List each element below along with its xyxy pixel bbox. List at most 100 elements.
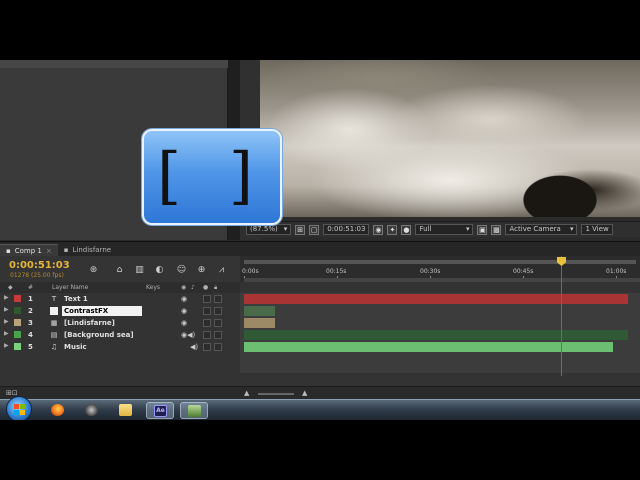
solo-switch[interactable] xyxy=(203,331,211,339)
layer-duration-bar-3[interactable] xyxy=(244,318,275,328)
label-color-swatch[interactable] xyxy=(14,307,21,314)
zoom-out-icon[interactable]: ▲ xyxy=(244,389,249,397)
label-color-swatch[interactable] xyxy=(14,331,21,338)
footage-icon: ▤ xyxy=(50,331,58,339)
layer-row-2[interactable]: ▶ 2 ContrastFX ◉ xyxy=(0,305,240,317)
camera-dropdown[interactable]: Active Camera ▾ xyxy=(505,224,578,235)
layer-duration-bar-4[interactable] xyxy=(244,330,629,340)
view-layout-dropdown[interactable]: 1 View xyxy=(581,224,613,235)
layer-duration-bar-2[interactable] xyxy=(244,306,275,316)
magnification-value: (87.5%) xyxy=(250,225,278,233)
layer-name[interactable]: Text 1 xyxy=(62,294,90,304)
taskbar-process-explorer[interactable] xyxy=(180,402,208,419)
lock-switch[interactable] xyxy=(214,331,222,339)
label-color-swatch[interactable] xyxy=(14,319,21,326)
current-time-field[interactable]: 0:00:51:03 xyxy=(323,224,370,235)
layer-name[interactable]: ContrastFX xyxy=(62,306,142,316)
tab-label: Comp 1 xyxy=(14,246,42,255)
draft-3d-icon[interactable]: ▥ xyxy=(134,265,145,275)
comp-mini-flowchart-icon[interactable]: ⌂ xyxy=(114,265,125,275)
composition-viewer[interactable] xyxy=(260,60,640,217)
bracket-overlay-graphic: [ ] xyxy=(142,129,282,225)
layer-row-3[interactable]: ▶ 3 ▦ [Lindisfarne] ◉ xyxy=(0,317,240,329)
taskbar-burn[interactable] xyxy=(78,402,106,419)
layer-tracks xyxy=(240,293,640,373)
layer-row-4[interactable]: ▶ 4 ▤ [Background sea] ◉◀) xyxy=(0,329,240,341)
solo-switch[interactable] xyxy=(203,319,211,327)
twirl-arrow-icon[interactable]: ▶ xyxy=(4,342,9,349)
taskbar-after-effects[interactable]: Ae xyxy=(146,402,174,419)
close-icon[interactable]: × xyxy=(46,245,52,257)
solo-icon: ● xyxy=(203,284,209,291)
twirl-arrow-icon[interactable]: ▶ xyxy=(4,306,9,313)
zoom-slider[interactable] xyxy=(258,393,294,395)
frame-blending-icon[interactable]: ⊕ xyxy=(196,265,207,275)
lock-switch[interactable] xyxy=(214,343,222,351)
start-button[interactable] xyxy=(6,396,32,420)
letterbox-bottom xyxy=(0,420,640,480)
visibility-eye-icon[interactable]: ◉ xyxy=(181,307,187,315)
solo-switch[interactable] xyxy=(203,295,211,303)
resolution-dropdown[interactable]: Full ▾ xyxy=(415,224,474,235)
windows-logo-icon xyxy=(14,404,26,416)
taskbar-explorer[interactable] xyxy=(112,402,140,419)
region-of-interest-icon[interactable]: ▣ xyxy=(477,224,488,235)
tab-lindisfarne[interactable]: ▪ Lindisfarne xyxy=(58,244,117,256)
magnification-dropdown[interactable]: (87.5%) ▾ xyxy=(246,224,292,235)
layer-name-header[interactable]: Layer Name xyxy=(52,284,88,291)
current-time-indicator-line[interactable] xyxy=(561,256,562,376)
layer-name[interactable]: [Background sea] xyxy=(62,330,136,340)
graph-editor-icon[interactable]: ⩘ xyxy=(216,265,227,275)
grid-icon[interactable]: ⊞ xyxy=(295,224,306,235)
frame-info: 01278 (25.00 fps) xyxy=(10,272,64,279)
label-color-swatch[interactable] xyxy=(14,295,21,302)
channel-icon[interactable]: ● xyxy=(401,224,412,235)
ruler-label: 00:45s xyxy=(513,268,534,275)
ruler-label: 00:30s xyxy=(420,268,441,275)
layer-duration-bar-1[interactable] xyxy=(244,294,629,304)
layer-duration-bar-5[interactable] xyxy=(244,342,613,352)
layer-number: 3 xyxy=(28,319,33,327)
project-panel-header xyxy=(0,60,228,68)
camera-snapshot-icon[interactable]: ◉ xyxy=(373,224,384,235)
current-time-display[interactable]: 0:00:51:03 xyxy=(9,260,70,271)
solo-switch[interactable] xyxy=(203,307,211,315)
label-color-swatch[interactable] xyxy=(14,343,21,350)
twirl-arrow-icon[interactable]: ▶ xyxy=(4,318,9,325)
lock-switch[interactable] xyxy=(214,295,222,303)
shy-layers-icon[interactable]: ☺ xyxy=(176,265,187,275)
lock-icon: 🔒︎ xyxy=(214,284,218,291)
process-explorer-icon xyxy=(188,405,201,417)
twirl-arrow-icon[interactable]: ▶ xyxy=(4,330,9,337)
layer-name[interactable]: [Lindisfarne] xyxy=(62,318,117,328)
layer-name[interactable]: Music xyxy=(62,342,89,352)
visibility-eye-icon[interactable]: ◉ xyxy=(181,295,187,303)
timeline-panel: ▪ Comp 1 × ▪ Lindisfarne 0:00:51:03 0127… xyxy=(0,241,640,400)
layer-row-1[interactable]: ▶ 1 T Text 1 ◉ xyxy=(0,293,240,305)
motion-blur-icon[interactable]: ◐ xyxy=(154,265,165,275)
taskbar-firefox[interactable] xyxy=(44,402,72,419)
layer-number: 2 xyxy=(28,307,33,315)
transparency-grid-icon[interactable]: ▩ xyxy=(491,224,502,235)
resolution-value: Full xyxy=(419,225,432,233)
time-ruler[interactable]: 0:00s 00:15s 00:30s 00:45s 01:00s xyxy=(240,256,640,282)
zoom-in-icon[interactable]: ▲ xyxy=(302,389,307,397)
twirl-arrow-icon[interactable]: ▶ xyxy=(4,294,9,301)
letterbox-top xyxy=(0,0,640,60)
lock-switch[interactable] xyxy=(214,319,222,327)
tab-comp-1[interactable]: ▪ Comp 1 × xyxy=(0,244,58,256)
chevron-down-icon: ▾ xyxy=(569,225,574,233)
show-snapshot-icon[interactable]: ✦ xyxy=(387,224,398,235)
time-navigator[interactable] xyxy=(244,278,640,282)
work-area-bar[interactable] xyxy=(244,260,636,264)
solo-switch[interactable] xyxy=(203,343,211,351)
ruler-label: 0:00s xyxy=(242,268,259,275)
audio-speaker-icon[interactable]: ◀) xyxy=(190,343,198,351)
visibility-eye-icon[interactable]: ◉ xyxy=(181,319,187,327)
lock-switch[interactable] xyxy=(214,307,222,315)
search-layers-icon[interactable]: ⊛ xyxy=(88,265,99,275)
layer-row-5[interactable]: ▶ 5 ♫ Music ◀) xyxy=(0,341,240,353)
timeline-footer: ⊞⊡ ▲ ▲ xyxy=(0,386,640,400)
visibility-eye-icon[interactable]: ◉◀) xyxy=(181,331,195,339)
mask-icon[interactable]: ▢ xyxy=(309,224,320,235)
